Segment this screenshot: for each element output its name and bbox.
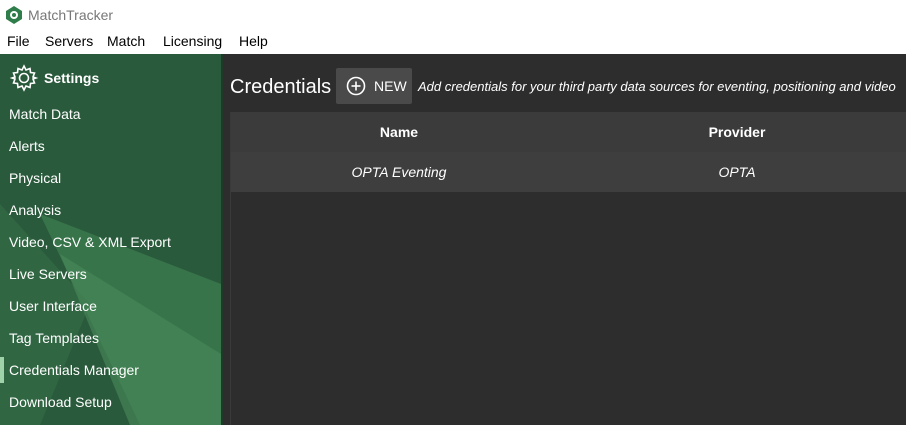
app-title: MatchTracker (28, 7, 114, 23)
column-header-provider[interactable]: Provider (567, 112, 906, 152)
menu-help[interactable]: Help (239, 33, 268, 49)
sidebar-item-alerts[interactable]: Alerts (0, 130, 221, 162)
cell-name: OPTA Eventing (351, 164, 447, 180)
settings-header: Settings (10, 64, 99, 92)
sidebar-item-label: Video, CSV & XML Export (9, 234, 171, 250)
cell-provider: OPTA (718, 164, 756, 180)
new-button-label: NEW (374, 78, 407, 94)
sidebar-item-label: Credentials Manager (9, 362, 139, 378)
sidebar-item-label: Physical (9, 170, 62, 186)
plus-circle-icon (346, 76, 366, 96)
settings-sidebar: Settings Match Data Alerts Physical Anal… (0, 54, 221, 425)
sidebar-item-label: Live Servers (9, 266, 87, 282)
sidebar-item-user-interface[interactable]: User Interface (0, 290, 221, 322)
menu-match[interactable]: Match (107, 33, 145, 49)
gear-icon (10, 64, 38, 92)
table-header: Name Provider (231, 112, 906, 152)
sidebar-item-match-data[interactable]: Match Data (0, 98, 221, 130)
sidebar-item-credentials-manager[interactable]: Credentials Manager (0, 354, 221, 386)
settings-title: Settings (44, 70, 100, 86)
sidebar-item-tag-templates[interactable]: Tag Templates (0, 322, 221, 354)
sidebar-item-physical[interactable]: Physical (0, 162, 221, 194)
app-logo-icon (6, 6, 22, 24)
menu-licensing[interactable]: Licensing (163, 33, 222, 49)
sidebar-item-label: Analysis (9, 202, 62, 218)
credentials-table: Name Provider OPTA Eventing OPTA (230, 112, 906, 425)
sidebar-item-label: Alerts (9, 138, 45, 154)
sidebar-item-label: Match Data (9, 106, 81, 122)
main-panel: Credentials NEW Add credentials for your… (223, 54, 906, 425)
sidebar-item-live-servers[interactable]: Live Servers (0, 258, 221, 290)
sidebar-item-label: User Interface (9, 298, 97, 314)
sidebar-item-label: Download Setup (9, 394, 112, 410)
page-description: Add credentials for your third party dat… (418, 79, 896, 94)
new-credential-button[interactable]: NEW (336, 68, 412, 104)
menu-file[interactable]: File (7, 33, 30, 49)
sidebar-item-label: Tag Templates (9, 330, 100, 346)
title-bar: MatchTracker (0, 0, 906, 30)
page-title: Credentials (230, 76, 332, 98)
sidebar-item-download-setup[interactable]: Download Setup (0, 386, 221, 418)
menu-servers[interactable]: Servers (45, 33, 93, 49)
sidebar-item-export[interactable]: Video, CSV & XML Export (0, 226, 221, 258)
menu-bar: File Servers Match Licensing Help (0, 30, 906, 54)
column-header-name[interactable]: Name (231, 112, 567, 152)
sidebar-item-analysis[interactable]: Analysis (0, 194, 221, 226)
table-row[interactable]: OPTA Eventing OPTA (231, 152, 906, 192)
